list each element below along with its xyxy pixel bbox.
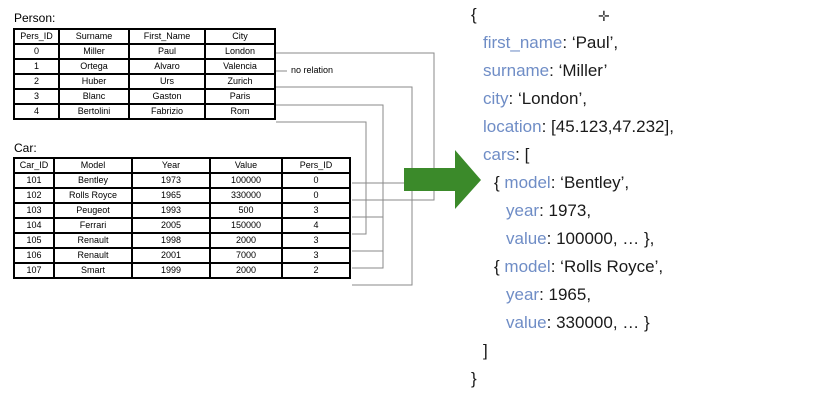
json-line-car2-year: year: 1965, xyxy=(506,285,591,305)
json-value: : 330000, … } xyxy=(546,313,650,332)
json-key: year xyxy=(506,285,540,304)
json-line-cars: cars: [ xyxy=(483,145,529,165)
json-key: value xyxy=(506,229,547,248)
json-value: : 1965, xyxy=(539,285,592,304)
json-line-car1-value: value: 100000, … }, xyxy=(506,229,654,249)
connector-person2-car107 xyxy=(276,86,413,286)
json-close-bracket: ] xyxy=(483,341,488,360)
json-key: city xyxy=(483,89,509,108)
json-key: location xyxy=(483,117,542,136)
json-value: : ‘Rolls Royce’, xyxy=(550,257,664,276)
json-value: : [ xyxy=(515,145,530,164)
crosshair-cursor-icon: ✛ xyxy=(598,8,610,24)
json-line-city: city: ‘London’, xyxy=(483,89,587,109)
json-key: first_name xyxy=(483,33,563,52)
json-brace: { xyxy=(494,173,505,192)
json-open-brace: { xyxy=(471,5,477,24)
json-key: model xyxy=(504,257,551,276)
json-key: cars xyxy=(483,145,516,164)
json-line-surname: surname: ‘Miller’ xyxy=(483,61,607,81)
json-line-first-name: first_name: ‘Paul’, xyxy=(483,33,618,53)
json-line-location: location: [45.123,47.232], xyxy=(483,117,674,137)
json-key: surname xyxy=(483,61,550,80)
json-value: : ‘Bentley’, xyxy=(550,173,630,192)
json-value: : [45.123,47.232], xyxy=(541,117,674,136)
connector-person0-car101 xyxy=(276,52,435,184)
json-value: : ‘London’, xyxy=(508,89,587,108)
json-line-car2-value: value: 330000, … } xyxy=(506,313,650,333)
json-line-car1-year: year: 1973, xyxy=(506,201,591,221)
json-value: : 1973, xyxy=(539,201,592,220)
json-key: model xyxy=(504,173,551,192)
connector-person3-car106 xyxy=(276,104,384,269)
json-brace: { xyxy=(494,257,505,276)
json-close-brace: } xyxy=(471,369,477,388)
json-value: : ‘Paul’, xyxy=(562,33,619,52)
json-value: : ‘Miller’ xyxy=(549,61,608,80)
json-key: year xyxy=(506,201,540,220)
json-value: : 100000, … }, xyxy=(546,229,655,248)
json-key: value xyxy=(506,313,547,332)
relation-connectors xyxy=(276,52,481,286)
json-line-car1-model: { model: ‘Bentley’, xyxy=(494,173,629,193)
json-line-car2-model: { model: ‘Rolls Royce’, xyxy=(494,257,663,277)
